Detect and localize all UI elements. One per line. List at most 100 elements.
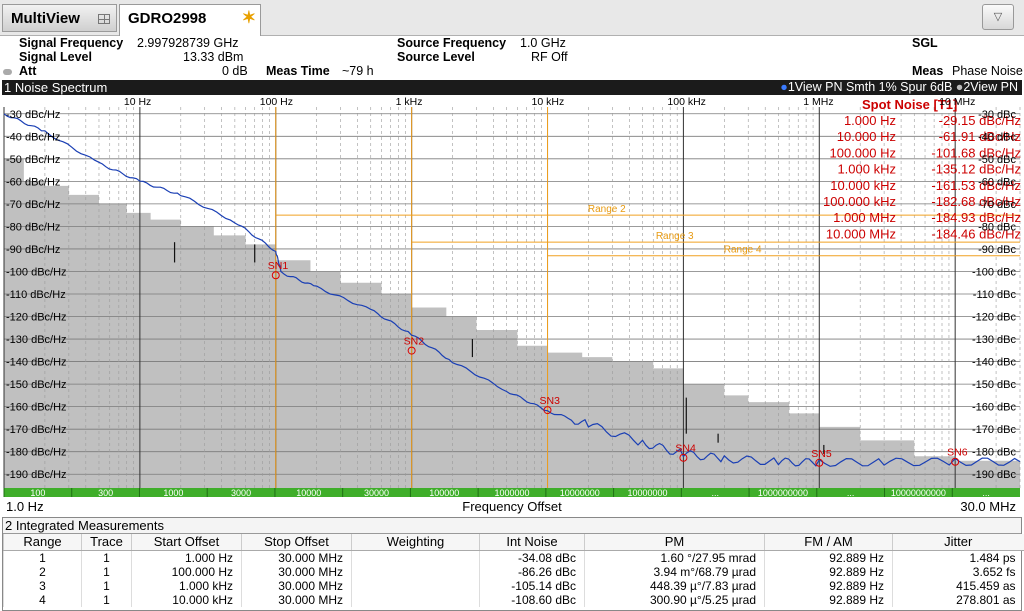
y-tick-label-left: -160 dBc/Hz [6,402,67,414]
dropdown-button[interactable]: ▽ [982,4,1014,30]
y-tick-label-left: -40 dBc/Hz [6,131,60,143]
band-label: 10000 [296,488,321,498]
trace1-info: 1View PN Smth 1% Spur 6dB [787,80,953,94]
table-row: 3 1 1.000 kHz 30.000 MHz -105.14 dBc 448.39 µ… [3,578,1024,593]
y-tick-label-left: -100 dBc/Hz [6,266,67,278]
table-cell: 3.652 fs [892,564,1024,579]
table-header: Stop Offset [241,534,352,551]
integrated-measurements-window[interactable]: 2 Integrated Measurements Range Trace Star… [2,517,1024,611]
table-cell: 92.889 Hz [764,550,893,565]
spot-noise-offset: 100.000 kHz [823,194,896,209]
x-tick-label: 1 kHz [396,96,423,108]
range-label: Range 4 [724,245,762,256]
table-header: FM / AM [764,534,893,551]
y-tick-label-left: -30 dBc/Hz [6,109,60,121]
table-cell: 3.94 m°/68.79 µrad [584,564,765,579]
table-cell: 2 [3,564,82,579]
y-tick-label-right: -180 dBc [972,447,1017,459]
table-cell: -34.08 dBc [479,550,585,565]
spot-noise-offset: 1.000 MHz [833,210,896,225]
spot-noise-offset: 1.000 kHz [837,162,896,177]
y-tick-label-left: -190 dBc/Hz [6,469,67,481]
spot-noise-offset: 10.000 MHz [826,226,896,241]
table-cell [351,564,480,579]
band-label: 100 [30,488,45,498]
x-tick-label: 10 Hz [124,96,151,108]
source-frequency-value: 1.0 GHz [520,36,566,50]
table-cell [351,592,480,607]
table-cell: 1 [81,564,132,579]
band-label: 300 [98,488,113,498]
table-cell: 4 [3,592,82,607]
table-cell: 1.484 ps [892,550,1024,565]
band-label: 1000000000 [758,488,808,498]
noise-spectrum-plot[interactable]: Range 2 Range 3 Range 4 SN1 SN2 SN3 SN4 SN5 SN6… [0,95,1024,515]
table-row: 2 1 100.000 Hz 30.000 MHz -86.26 dBc 3.94 m°/… [3,564,1024,579]
spot-noise-offset: 1.000 Hz [844,113,896,128]
y-tick-label-right: -40 dBc [978,131,1016,143]
tab-measurement-label: GDRO2998 [128,10,207,27]
signal-level-value: 13.33 dBm [183,50,244,64]
table-cell [351,578,480,593]
x-tick-label: 10 MHz [939,96,975,108]
y-tick-label-right: -130 dBc [972,334,1017,346]
y-tick-label-left: -170 dBc/Hz [6,424,67,436]
table-row: 1 1 1.000 Hz 30.000 MHz -34.08 dBc 1.60 °/27.… [3,550,1024,565]
y-tick-label-right: -110 dBc [973,289,1017,301]
y-tick-label-left: -50 dBc/Hz [6,154,60,166]
table-header: PM [584,534,765,551]
y-tick-label-right: -170 dBc [972,424,1017,436]
table-cell: -108.60 dBc [479,592,585,607]
table-cell: 10.000 kHz [131,592,242,607]
tab-multiview[interactable]: MultiView [2,4,117,32]
table-cell: 30.000 MHz [241,592,352,607]
source-level-value: RF Off [531,50,568,64]
table-header: Jitter [892,534,1024,551]
integrated-measurements-title: 2 Integrated Measurements [3,518,1021,534]
band-label: ... [711,488,719,498]
meas-time-label: Meas Time [266,64,330,78]
marker-label: SN4 [675,443,696,455]
y-tick-label-left: -80 dBc/Hz [6,221,60,233]
table-cell: 1 [81,578,132,593]
marker-label: SN6 [947,447,968,459]
x-tick-label: 1 MHz [803,96,833,108]
source-level-label: Source Level [397,50,475,64]
table-cell: 92.889 Hz [764,564,893,579]
integrated-measurements-table: Range Trace Start Offset Stop Offset Weighti… [3,534,1024,607]
table-cell: 1.60 °/27.95 mrad [584,550,765,565]
band-label: ... [982,488,990,498]
marker-label: SN1 [268,260,289,272]
noise-spectrum-title-bar[interactable]: 1 Noise Spectrum ●1View PN Smth 1% Spur … [2,80,1022,95]
table-cell: 1 [81,592,132,607]
x-start-label: 1.0 Hz [6,499,44,514]
y-tick-label-left: -180 dBc/Hz [6,447,67,459]
tab-measurement[interactable]: GDRO2998 ✶ [119,4,261,36]
table-cell: 278.801 as [892,592,1024,607]
table-cell: 415.459 as [892,578,1024,593]
y-tick-label-right: -140 dBc [972,357,1017,369]
table-header: Int Noise [479,534,585,551]
table-cell: 30.000 MHz [241,550,352,565]
table-cell: 300.90 µ°/5.25 µrad [584,592,765,607]
source-frequency-label: Source Frequency [397,36,507,50]
band-label: 1000 [163,488,183,498]
band-label: 10000000 [560,488,600,498]
noise-spectrum-title: 1 Noise Spectrum [4,80,108,95]
band-label: 1000000 [494,488,529,498]
range-label: Range 2 [588,204,626,215]
y-tick-label-right: -60 dBc [978,176,1016,188]
table-cell: 448.39 µ°/7.83 µrad [584,578,765,593]
band-label: 10000000000 [891,488,946,498]
spot-noise-offset: 100.000 Hz [830,145,897,160]
y-tick-label-right: -190 dBc [972,469,1017,481]
table-cell: 3 [3,578,82,593]
table-cell: 92.889 Hz [764,578,893,593]
measurement-info: Signal Frequency 2.997928739 GHz Signal … [0,36,1024,80]
range-label: Range 3 [656,231,694,242]
y-tick-label-left: -130 dBc/Hz [6,334,67,346]
att-indicator [3,69,12,75]
band-label: 100000 [429,488,459,498]
meas-time-value: ~79 h [342,64,374,78]
tab-multiview-label: MultiView [11,10,80,27]
